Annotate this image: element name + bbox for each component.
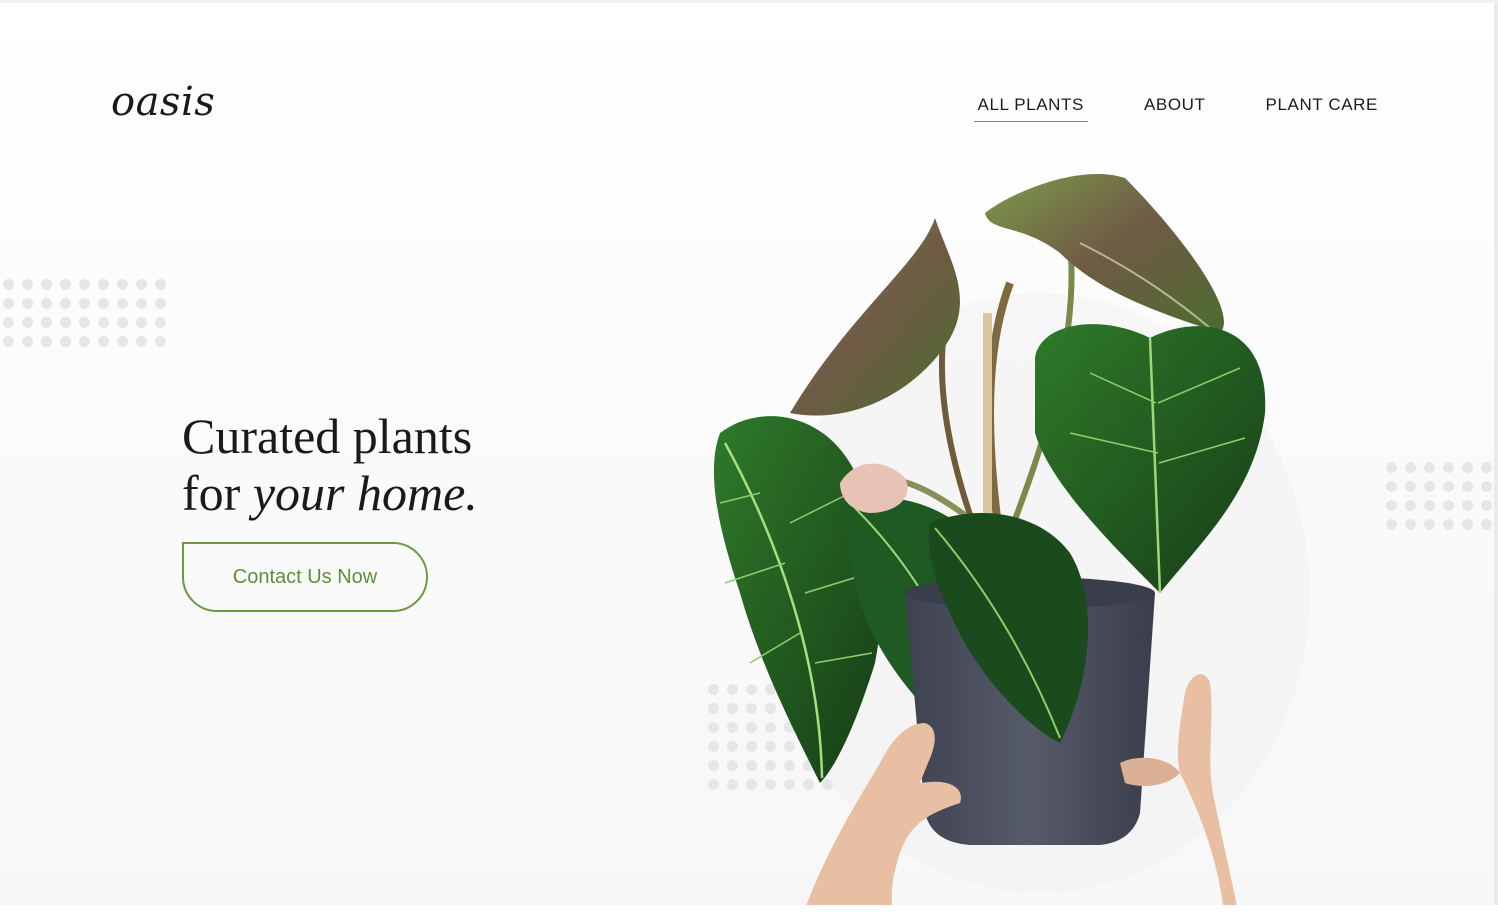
dot bbox=[22, 298, 33, 309]
dot bbox=[155, 317, 166, 328]
dot bbox=[22, 336, 33, 347]
dot bbox=[136, 279, 147, 290]
dot bbox=[155, 298, 166, 309]
dot bbox=[98, 279, 109, 290]
dot bbox=[79, 279, 90, 290]
dot bbox=[22, 279, 33, 290]
dot bbox=[3, 279, 14, 290]
dot bbox=[1443, 462, 1454, 473]
dot bbox=[136, 336, 147, 347]
hero-heading-line1: Curated plants bbox=[182, 408, 473, 464]
dot bbox=[3, 336, 14, 347]
dot bbox=[79, 298, 90, 309]
dot bbox=[1481, 519, 1492, 530]
dot bbox=[155, 336, 166, 347]
dot bbox=[1424, 500, 1435, 511]
landing-page: oasis ALL PLANTS ABOUT PLANT CARE Curate… bbox=[0, 0, 1498, 920]
dot bbox=[60, 279, 71, 290]
dot bbox=[41, 336, 52, 347]
dot bbox=[1462, 500, 1473, 511]
dot bbox=[1481, 462, 1492, 473]
dot-grid-left bbox=[3, 279, 166, 347]
dot bbox=[1386, 519, 1397, 530]
dot bbox=[1462, 519, 1473, 530]
bottom-band bbox=[0, 905, 1498, 920]
dot bbox=[1481, 500, 1492, 511]
dot bbox=[3, 317, 14, 328]
dot bbox=[79, 317, 90, 328]
hero-heading-emphasis: your home. bbox=[252, 465, 478, 521]
dot bbox=[117, 298, 128, 309]
dot bbox=[155, 279, 166, 290]
dot bbox=[41, 298, 52, 309]
dot bbox=[1443, 481, 1454, 492]
dot bbox=[3, 298, 14, 309]
dot bbox=[117, 336, 128, 347]
dot bbox=[1424, 462, 1435, 473]
dot bbox=[98, 317, 109, 328]
potted-plant-image bbox=[713, 173, 1310, 920]
dot bbox=[41, 279, 52, 290]
dot bbox=[79, 336, 90, 347]
dot-grid-right bbox=[1386, 462, 1492, 530]
dot bbox=[1424, 481, 1435, 492]
dot bbox=[1462, 481, 1473, 492]
dot bbox=[98, 298, 109, 309]
dot bbox=[1386, 462, 1397, 473]
nav-item-all-plants[interactable]: ALL PLANTS bbox=[973, 95, 1088, 122]
right-edge-border bbox=[1494, 3, 1498, 920]
dot bbox=[1462, 462, 1473, 473]
dot bbox=[1405, 500, 1416, 511]
logo[interactable]: oasis bbox=[111, 79, 215, 125]
dot bbox=[1424, 519, 1435, 530]
dot bbox=[60, 336, 71, 347]
hero-heading: Curated plants for your home. bbox=[182, 408, 478, 522]
dot bbox=[136, 298, 147, 309]
dot bbox=[60, 298, 71, 309]
nav-item-plant-care[interactable]: PLANT CARE bbox=[1262, 95, 1382, 122]
dot bbox=[1443, 500, 1454, 511]
dot bbox=[1386, 481, 1397, 492]
dot bbox=[117, 317, 128, 328]
dot bbox=[1443, 519, 1454, 530]
dot bbox=[1405, 462, 1416, 473]
dot bbox=[117, 279, 128, 290]
dot bbox=[1405, 481, 1416, 492]
hero-heading-line2-prefix: for bbox=[182, 465, 253, 521]
main-nav: ALL PLANTS ABOUT PLANT CARE bbox=[922, 95, 1383, 122]
nav-item-about[interactable]: ABOUT bbox=[1140, 95, 1210, 122]
dot bbox=[60, 317, 71, 328]
dot bbox=[1481, 481, 1492, 492]
dot bbox=[22, 317, 33, 328]
contact-us-button[interactable]: Contact Us Now bbox=[182, 542, 428, 612]
dot bbox=[41, 317, 52, 328]
dot bbox=[98, 336, 109, 347]
dot bbox=[136, 317, 147, 328]
dot bbox=[1405, 519, 1416, 530]
dot bbox=[1386, 500, 1397, 511]
